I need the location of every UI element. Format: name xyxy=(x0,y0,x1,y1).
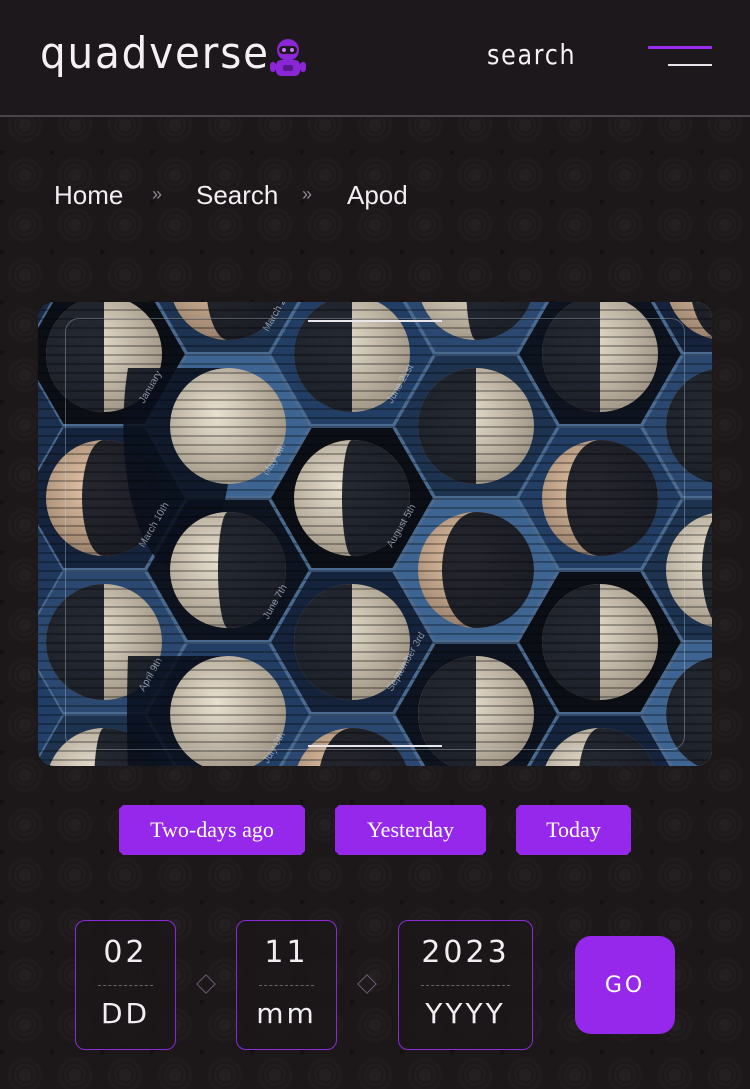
year-input[interactable]: 2023 YYYY xyxy=(398,920,533,1050)
month-input[interactable]: 11 mm xyxy=(236,920,337,1050)
breadcrumb-search[interactable]: Search xyxy=(196,180,278,211)
year-value[interactable]: 2023 xyxy=(399,935,532,970)
menu-line-top xyxy=(648,46,712,49)
frame-accent-top xyxy=(308,320,442,322)
robot-mascot-icon xyxy=(270,39,306,76)
day-value[interactable]: 02 xyxy=(76,935,175,970)
search-link[interactable]: search xyxy=(487,38,576,71)
diamond-separator-icon xyxy=(196,974,216,994)
apod-image: JanuaryMarch 10thApril 9thMay 23rdSeptem… xyxy=(38,302,712,766)
moon-phases-mosaic: JanuaryMarch 10thApril 9thMay 23rdSeptem… xyxy=(38,302,712,766)
month-unit: mm xyxy=(256,997,317,1030)
day-unit: DD xyxy=(100,997,151,1030)
divider xyxy=(421,985,510,986)
two-days-ago-button[interactable]: Two-days ago xyxy=(119,805,305,855)
divider xyxy=(98,985,153,986)
month-value[interactable]: 11 xyxy=(237,935,336,970)
frame-accent-bottom xyxy=(308,745,442,747)
go-button[interactable]: GO xyxy=(575,936,675,1034)
day-input[interactable]: 02 DD xyxy=(75,920,176,1050)
chevron-double-right-icon: » xyxy=(152,184,163,204)
menu-line-bottom xyxy=(668,64,712,66)
today-button[interactable]: Today xyxy=(516,805,631,855)
diamond-separator-icon xyxy=(357,974,377,994)
divider xyxy=(259,985,314,986)
yesterday-button[interactable]: Yesterday xyxy=(335,805,486,855)
top-header: quadverse search xyxy=(0,0,750,117)
breadcrumb-home[interactable]: Home xyxy=(54,180,123,211)
chevron-double-right-icon: » xyxy=(302,184,313,204)
hamburger-menu-button[interactable] xyxy=(648,40,714,72)
site-logo[interactable]: quadverse xyxy=(40,28,270,79)
year-unit: YYYY xyxy=(425,997,506,1030)
breadcrumb-current: Apod xyxy=(347,180,408,210)
